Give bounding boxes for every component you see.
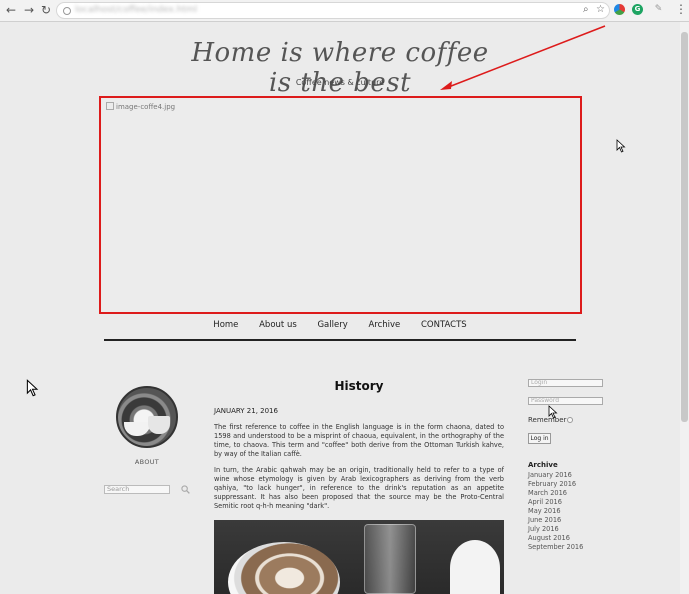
login-field[interactable]: Login: [528, 379, 603, 387]
nav-divider: [104, 339, 576, 341]
archive-item[interactable]: January 2016: [528, 471, 583, 480]
site-subtitle: Coffee news & culture: [295, 78, 385, 87]
article-title: History: [334, 379, 384, 393]
cup-shape: [450, 540, 500, 594]
archive-item[interactable]: May 2016: [528, 507, 583, 516]
search-input[interactable]: Search: [104, 485, 170, 494]
nav-archive[interactable]: Archive: [368, 320, 400, 330]
browser-toolbar: ← → ↻ localhost/coffee/index.html ⌕ ☆ G …: [0, 0, 689, 22]
archive-item[interactable]: February 2016: [528, 480, 583, 489]
remember-checkbox[interactable]: [567, 417, 573, 423]
about-label[interactable]: ABOUT: [116, 458, 178, 466]
archive-item[interactable]: September 2016: [528, 543, 583, 552]
article-paragraph-1: The first reference to coffee in the Eng…: [214, 423, 504, 458]
extension-chrome-icon[interactable]: [614, 4, 625, 15]
bookmark-star-icon[interactable]: ☆: [596, 4, 605, 15]
mouse-cursor-icon: [548, 405, 558, 419]
hero-image-broken: image-coffe4.jpg: [99, 96, 582, 314]
archive-item[interactable]: April 2016: [528, 498, 583, 507]
page-viewport: Home is where coffee is the best Coffee …: [0, 22, 680, 594]
about-avatar[interactable]: [116, 386, 178, 448]
browser-menu-icon[interactable]: ⋮: [675, 2, 687, 16]
archive-item[interactable]: March 2016: [528, 489, 583, 498]
nav-home[interactable]: Home: [213, 320, 238, 330]
page-scrollbar[interactable]: [680, 22, 689, 594]
site-title[interactable]: Home is where coffee is the best: [190, 38, 490, 98]
article-coffee-photo: [214, 520, 504, 594]
forward-icon[interactable]: →: [22, 3, 36, 17]
main-nav: Home About us Gallery Archive CONTACTS: [104, 320, 576, 330]
archive-item[interactable]: July 2016: [528, 525, 583, 534]
mouse-cursor-icon: [26, 379, 39, 397]
info-icon[interactable]: [63, 7, 71, 15]
search-icon[interactable]: [181, 485, 190, 494]
archive-heading: Archive: [528, 461, 558, 469]
reload-icon[interactable]: ↻: [39, 3, 53, 17]
nav-gallery[interactable]: Gallery: [317, 320, 347, 330]
zoom-icon[interactable]: ⌕: [583, 4, 589, 15]
water-glass-shape: [364, 524, 416, 594]
pencil-icon[interactable]: ✎: [653, 4, 664, 15]
login-button[interactable]: Log in: [528, 433, 551, 444]
avatar-cup-shape-2: [148, 416, 170, 434]
scrollbar-thumb[interactable]: [681, 32, 688, 422]
back-icon[interactable]: ←: [4, 3, 18, 17]
nav-contacts[interactable]: CONTACTS: [421, 320, 467, 330]
password-field[interactable]: Password: [528, 397, 603, 405]
avatar-cup-shape: [124, 422, 150, 436]
address-bar[interactable]: localhost/coffee/index.html ⌕ ☆: [56, 2, 610, 19]
archive-list: January 2016 February 2016 March 2016 Ap…: [528, 471, 583, 552]
article-date: JANUARY 21, 2016: [214, 407, 278, 415]
extension-grammarly-icon[interactable]: G: [632, 4, 643, 15]
nav-about-us[interactable]: About us: [259, 320, 297, 330]
broken-image-alt: image-coffe4.jpg: [106, 102, 175, 111]
address-url: localhost/coffee/index.html: [75, 5, 198, 15]
mouse-cursor-icon: [616, 139, 626, 153]
article-paragraph-2: In turn, the Arabic qahwah may be an ori…: [214, 466, 504, 510]
latte-cup-shape: [228, 542, 340, 594]
archive-item[interactable]: June 2016: [528, 516, 583, 525]
archive-item[interactable]: August 2016: [528, 534, 583, 543]
